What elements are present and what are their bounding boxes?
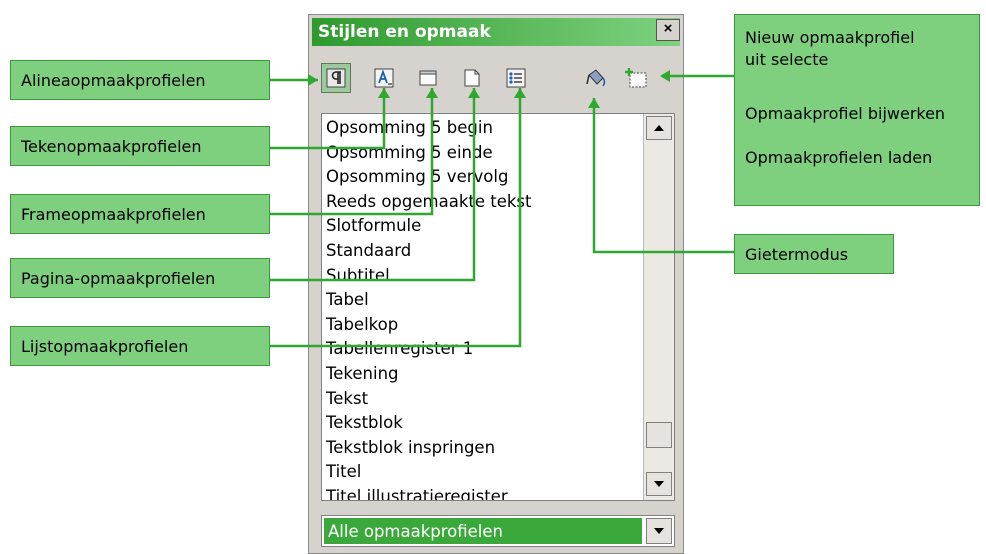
connector-lijst <box>270 88 522 348</box>
callout-fill-format-mode: Gietermodus <box>734 234 894 274</box>
callout-label: Tekenopmaakprofielen <box>21 136 202 156</box>
callout-label: Pagina-opmaakprofielen <box>21 268 216 288</box>
callout-label: Frameopmaakprofielen <box>21 204 206 224</box>
connector-teken <box>270 88 386 150</box>
callout-label: Lijstopmaakprofielen <box>21 336 189 356</box>
callout-line: Opmaakprofiel bijwerken <box>745 104 946 123</box>
callout-page-styles: Pagina-opmaakprofielen <box>10 258 270 298</box>
callout-line: uit selecte <box>745 50 829 69</box>
connector-pagina <box>270 88 476 282</box>
callout-paragraph-styles: Alineaopmaakprofielen <box>10 60 270 100</box>
callout-line: Opmaakprofielen laden <box>745 148 933 167</box>
callout-character-styles: Tekenopmaakprofielen <box>10 126 270 166</box>
callout-label: Alineaopmaakprofielen <box>21 70 206 90</box>
callout-frame-styles: Frameopmaakprofielen <box>10 194 270 234</box>
connector-frame <box>270 88 434 216</box>
callout-new-style-menu: Nieuw opmaakprofiel uit selecte Opmaakpr… <box>734 14 980 206</box>
callout-label: Gietermodus <box>745 244 849 264</box>
connector-gieter <box>592 98 734 254</box>
callout-line: Nieuw opmaakprofiel <box>745 28 915 47</box>
callout-list-styles: Lijstopmaakprofielen <box>10 326 270 366</box>
